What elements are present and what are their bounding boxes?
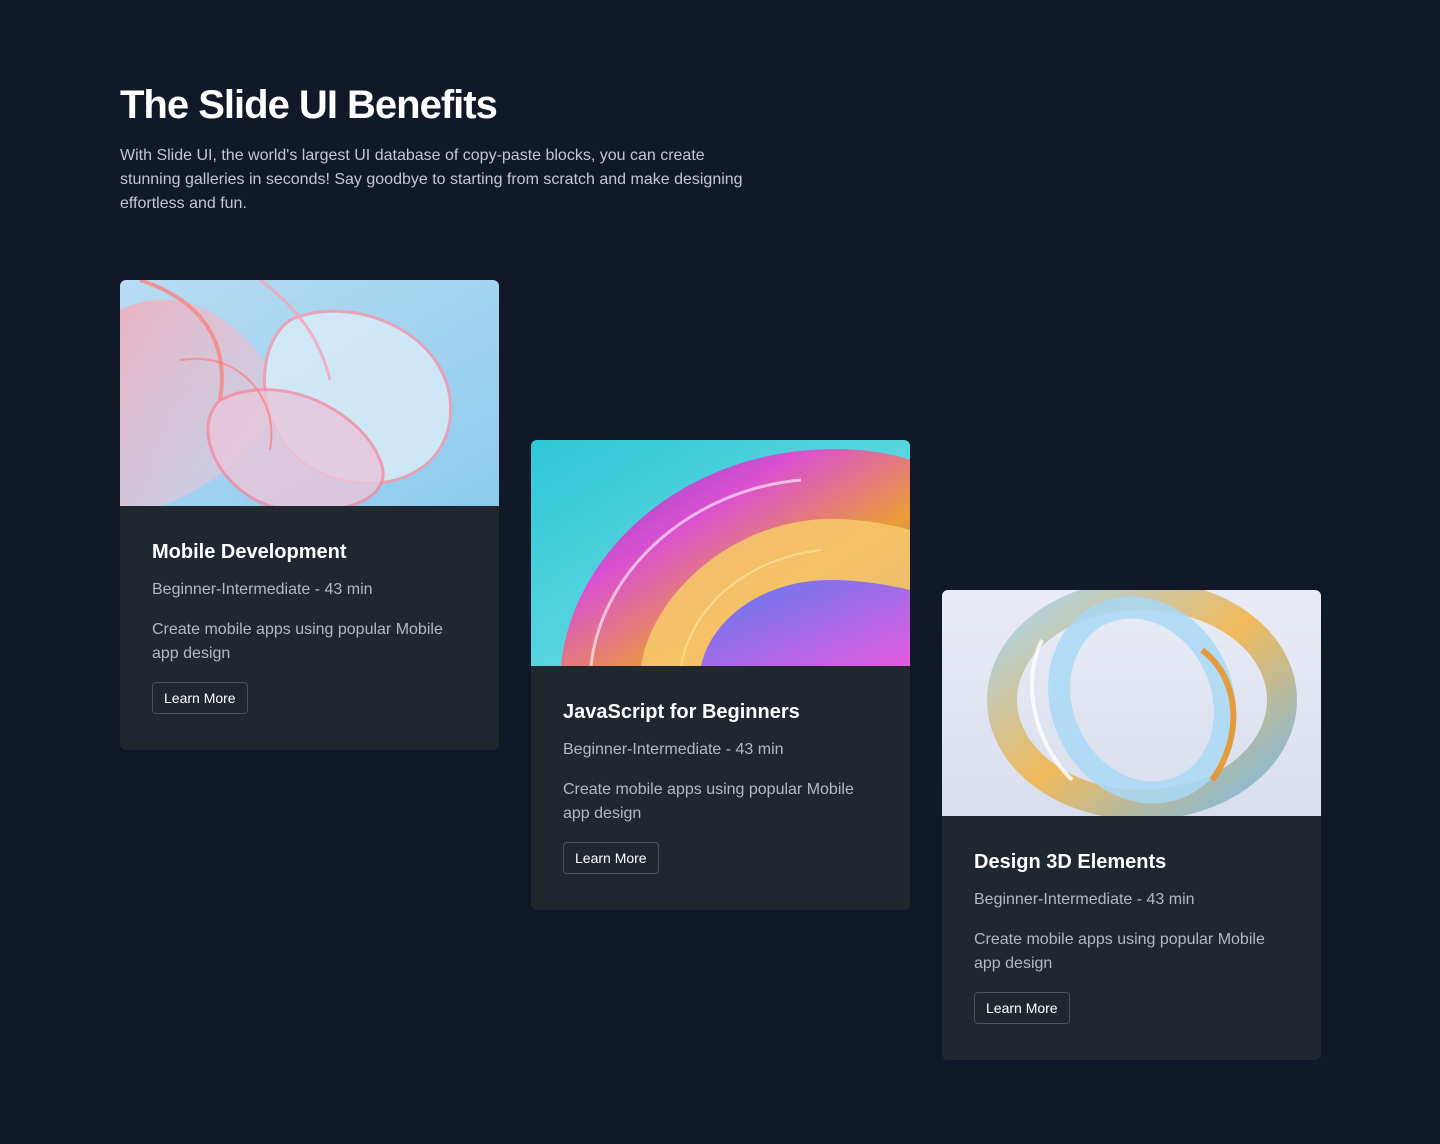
course-card-javascript-for-beginners: JavaScript for Beginners Beginner-Interm… xyxy=(531,440,910,910)
card-description: Create mobile apps using popular Mobile … xyxy=(563,781,854,822)
section-title: The Slide UI Benefits xyxy=(120,83,498,127)
card-description: Create mobile apps using popular Mobile … xyxy=(152,621,443,662)
course-card-design-3d-elements: Design 3D Elements Beginner-Intermediate… xyxy=(942,590,1321,1060)
card-meta: Beginner-Intermediate - 43 min xyxy=(563,741,784,758)
card-image-abstract-glass-pink xyxy=(120,280,499,506)
card-title: Mobile Development xyxy=(152,541,347,563)
section-description: With Slide UI, the world's largest UI da… xyxy=(120,147,743,212)
course-card-mobile-development: Mobile Development Beginner-Intermediate… xyxy=(120,280,499,750)
learn-more-button[interactable]: Learn More xyxy=(563,842,659,874)
card-title: JavaScript for Beginners xyxy=(563,701,800,723)
card-meta: Beginner-Intermediate - 43 min xyxy=(974,891,1195,908)
learn-more-button[interactable]: Learn More xyxy=(152,682,248,714)
card-description: Create mobile apps using popular Mobile … xyxy=(974,931,1265,972)
card-image-abstract-glass-rings xyxy=(942,590,1321,816)
card-image-abstract-glass-iridescent xyxy=(531,440,910,666)
card-meta: Beginner-Intermediate - 43 min xyxy=(152,581,373,598)
card-title: Design 3D Elements xyxy=(974,851,1167,873)
learn-more-button[interactable]: Learn More xyxy=(974,992,1070,1024)
